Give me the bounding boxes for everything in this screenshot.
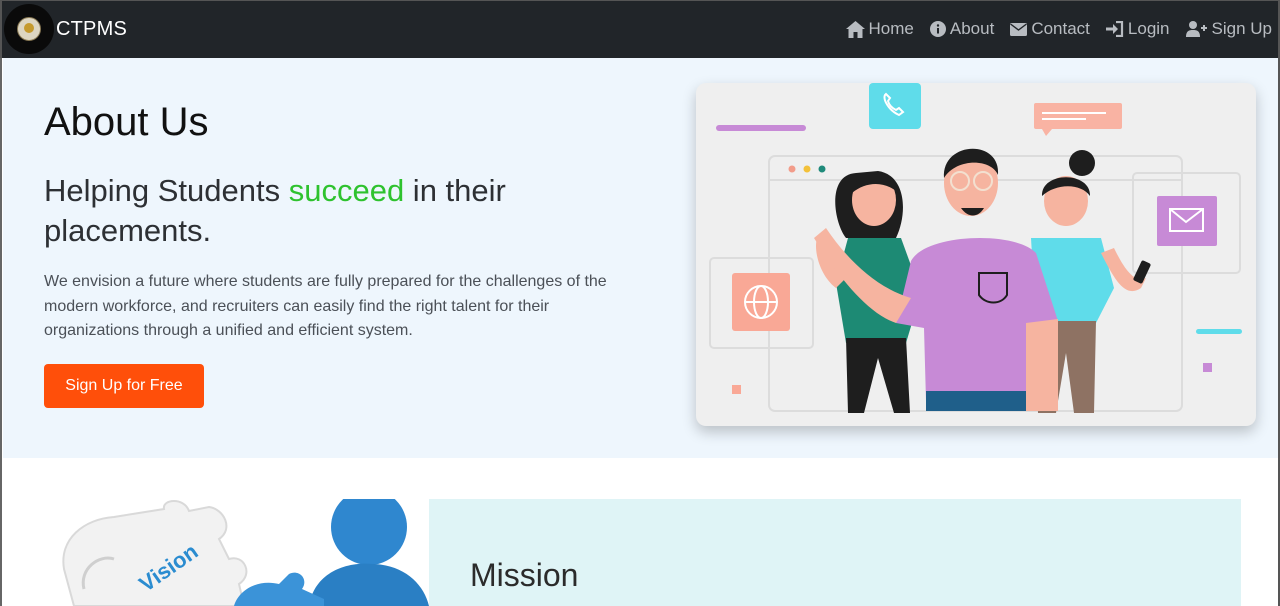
mission-card: Mission bbox=[429, 499, 1241, 606]
login-icon bbox=[1105, 21, 1124, 37]
signup-free-button[interactable]: Sign Up for Free bbox=[44, 364, 204, 408]
puzzle-icon: Vision bbox=[62, 499, 429, 606]
page-title: About Us bbox=[44, 100, 209, 144]
user-plus-icon bbox=[1185, 21, 1207, 37]
window-left-edge bbox=[0, 58, 2, 606]
hero-subtitle-start: Helping Students bbox=[44, 173, 289, 208]
nav-signup[interactable]: Sign Up bbox=[1185, 19, 1272, 39]
hero-description: We envision a future where students are … bbox=[44, 273, 607, 339]
team-illustration bbox=[696, 83, 1256, 426]
nav-about[interactable]: About bbox=[929, 19, 995, 39]
navbar: CTPMS Home About Contact Login Sign Up bbox=[0, 0, 1280, 58]
nav-login-label: Login bbox=[1127, 19, 1170, 38]
info-icon bbox=[929, 21, 946, 37]
envelope-icon bbox=[1010, 22, 1028, 36]
people-illustration-icon bbox=[709, 83, 1242, 413]
nav-about-label: About bbox=[949, 19, 995, 38]
nav-contact-label: Contact bbox=[1031, 19, 1090, 38]
hero-section: About Us Helping Students succeed in the… bbox=[3, 58, 1280, 458]
vision-puzzle-image: Vision bbox=[44, 499, 429, 606]
home-icon bbox=[845, 20, 865, 38]
brand-name[interactable]: CTPMS bbox=[56, 18, 127, 41]
logo bbox=[4, 4, 54, 54]
brand[interactable]: CTPMS bbox=[4, 4, 127, 54]
nav-login[interactable]: Login bbox=[1105, 19, 1170, 39]
nav-home[interactable]: Home bbox=[845, 19, 914, 39]
hero-subtitle: Helping Students succeed in their placem… bbox=[44, 171, 604, 251]
nav-contact[interactable]: Contact bbox=[1010, 19, 1090, 39]
mission-title: Mission bbox=[470, 557, 579, 593]
nav-signup-label: Sign Up bbox=[1211, 19, 1272, 38]
logo-emblem-icon bbox=[17, 17, 41, 41]
nav-home-label: Home bbox=[868, 19, 914, 38]
nav-menu: Home About Contact Login Sign Up bbox=[830, 19, 1272, 39]
hero-subtitle-accent: succeed bbox=[288, 173, 405, 208]
